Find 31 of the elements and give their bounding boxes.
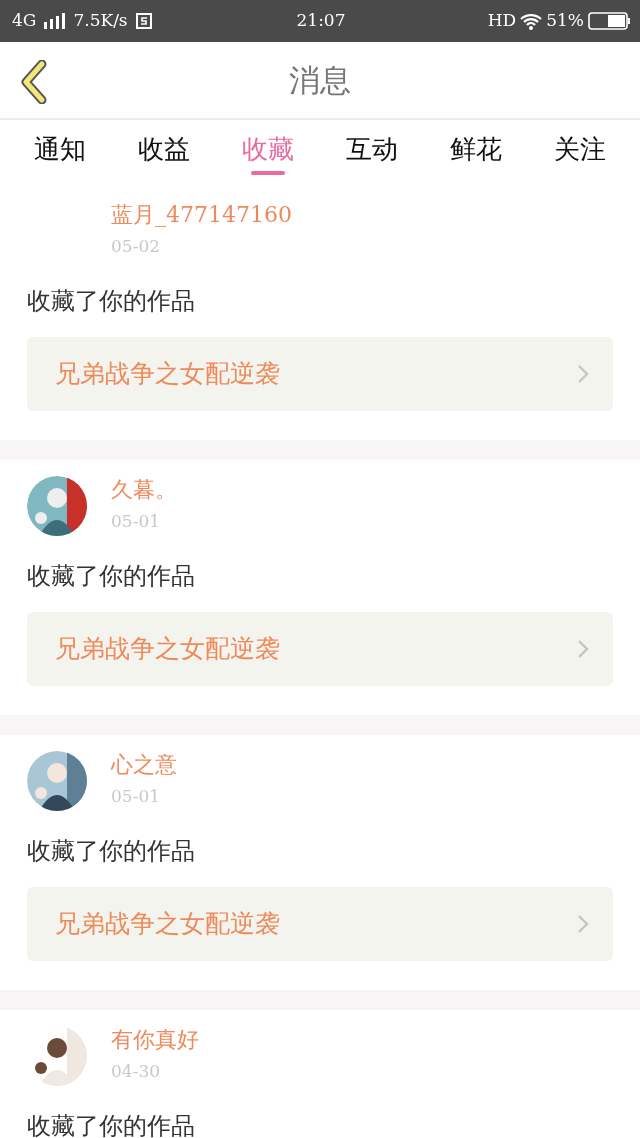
- hd-label: HD: [487, 9, 517, 33]
- battery-percent: 51%: [546, 9, 584, 33]
- signal-icon: [44, 13, 66, 29]
- user-name[interactable]: 蓝月_477147160: [111, 202, 292, 229]
- tab[interactable]: 鲜花: [444, 129, 508, 176]
- network-label: 4G: [12, 9, 37, 33]
- tab[interactable]: 通知: [28, 129, 92, 176]
- message-text: 收藏了你的作品: [27, 286, 196, 317]
- page-title: 消息: [289, 60, 351, 100]
- user-name[interactable]: 久暮。: [111, 477, 177, 504]
- tab[interactable]: 互动: [340, 129, 404, 176]
- work-link[interactable]: 兄弟战争之女配逆袭: [27, 887, 613, 961]
- message-text: 收藏了你的作品: [27, 1111, 196, 1138]
- speed-label: 7.5K/s: [73, 9, 128, 33]
- tab[interactable]: 收藏: [236, 129, 300, 176]
- message-text: 收藏了你的作品: [27, 836, 196, 867]
- clock: 21:07: [296, 10, 346, 31]
- wifi-icon: [520, 12, 543, 30]
- user-name[interactable]: 有你真好: [111, 1027, 199, 1054]
- back-icon[interactable]: [18, 60, 48, 104]
- chevron-icon: [577, 639, 589, 659]
- battery-icon: [588, 12, 630, 30]
- tab[interactable]: 关注: [548, 129, 612, 176]
- user-name[interactable]: 心之意: [111, 752, 177, 779]
- chevron-icon: [577, 914, 589, 934]
- tab[interactable]: 收益: [132, 129, 196, 176]
- message-text: 收藏了你的作品: [27, 561, 196, 592]
- chevron-icon: [577, 364, 589, 384]
- work-link[interactable]: 兄弟战争之女配逆袭: [27, 337, 613, 411]
- app-icon: [135, 13, 152, 29]
- work-link[interactable]: 兄弟战争之女配逆袭: [27, 612, 613, 686]
